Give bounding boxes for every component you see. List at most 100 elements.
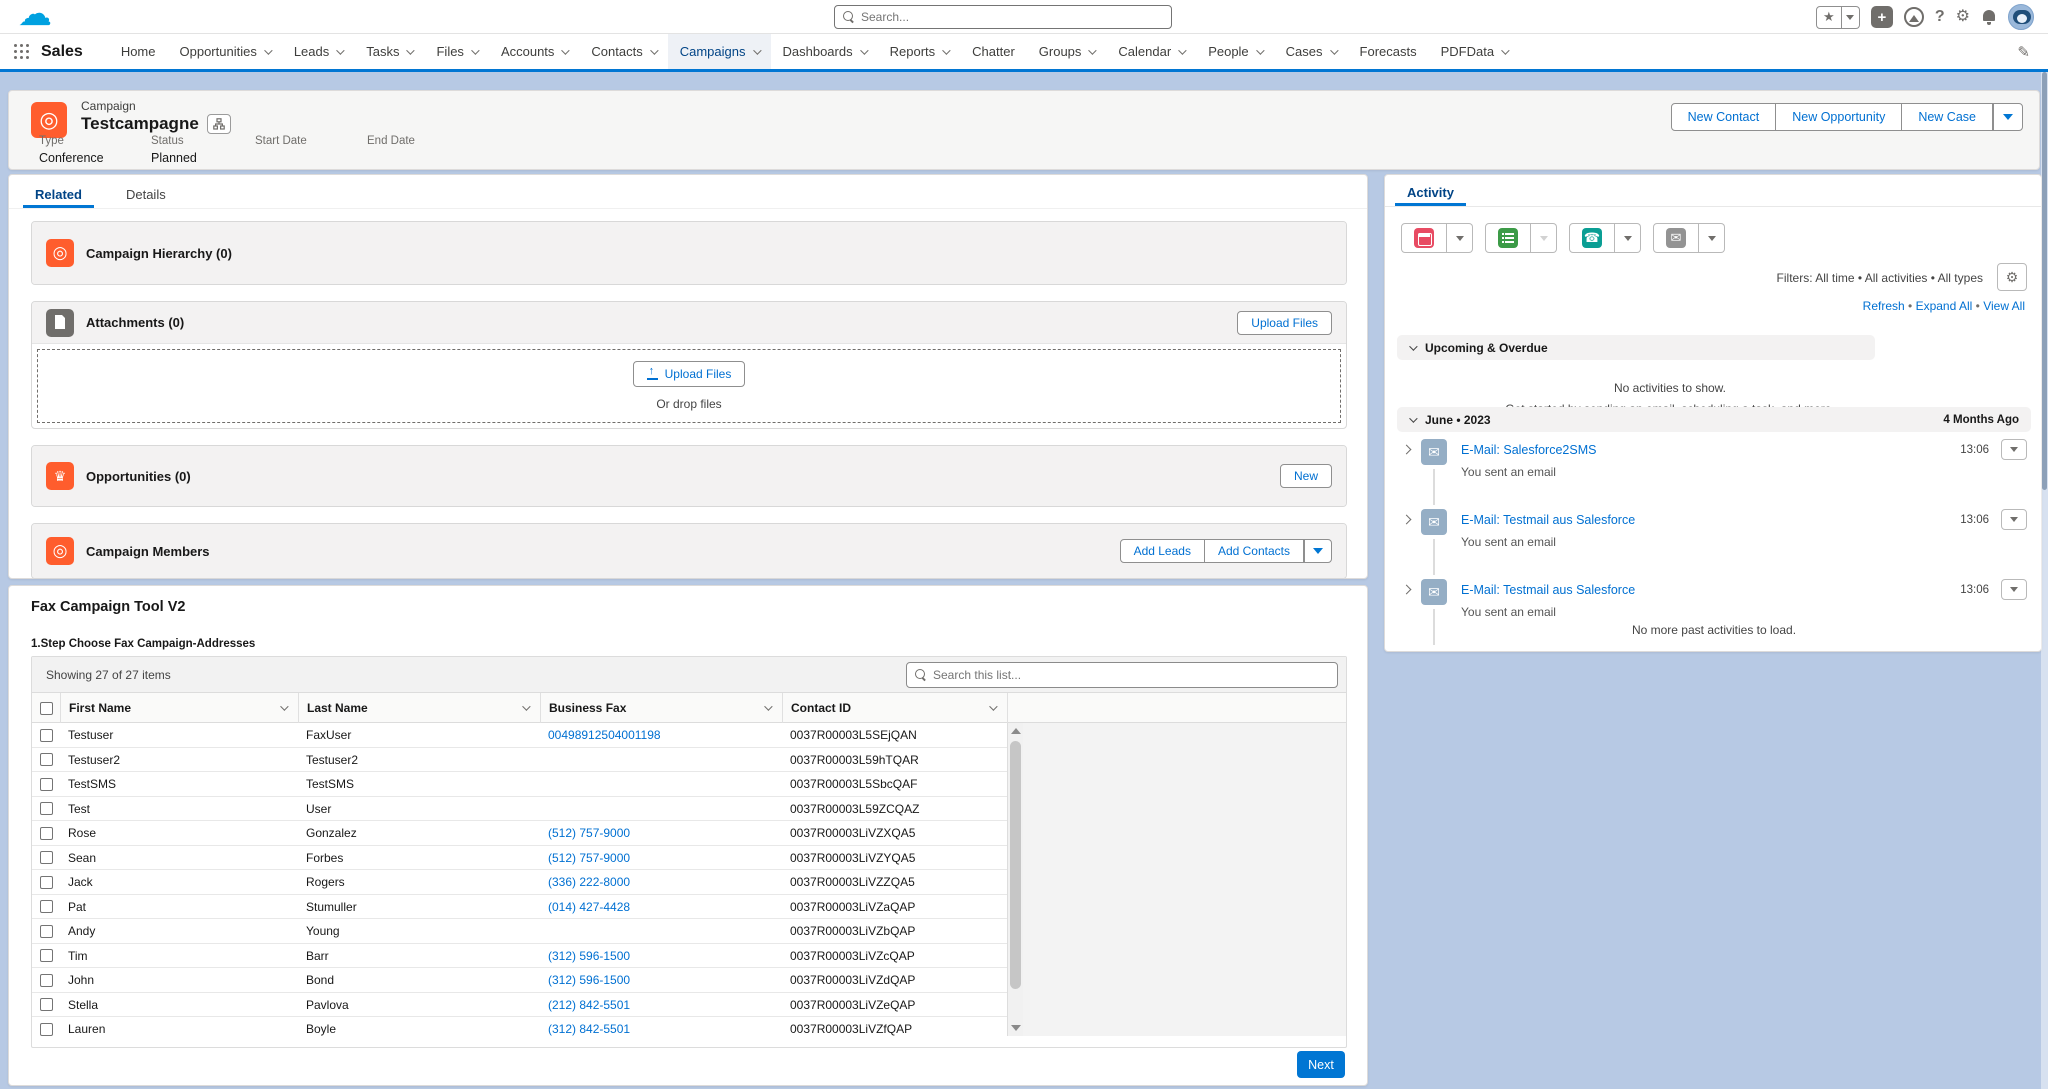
nav-tab-cases[interactable]: Cases (1274, 34, 1348, 69)
nav-tab-files[interactable]: Files (424, 34, 488, 69)
column-first-name[interactable]: First Name (60, 693, 298, 723)
cell-business-fax[interactable]: (212) 842-5501 (540, 993, 782, 1018)
email-dropdown[interactable] (1699, 223, 1725, 253)
cell-business-fax[interactable]: (512) 757-9000 (540, 821, 782, 846)
nav-tab-home[interactable]: Home (109, 34, 168, 69)
column-last-name[interactable]: Last Name (298, 693, 540, 723)
row-checkbox[interactable] (40, 925, 53, 938)
nav-tab-tasks[interactable]: Tasks (354, 34, 424, 69)
row-checkbox[interactable] (40, 753, 53, 766)
opportunities-title[interactable]: Opportunities (0) (86, 469, 191, 484)
table-scrollbar[interactable] (1007, 723, 1023, 1036)
email-subject-link[interactable]: E-Mail: Salesforce2SMS (1461, 443, 1596, 457)
user-avatar[interactable] (2008, 4, 2034, 30)
nav-tab-pdfdata[interactable]: PDFData (1429, 34, 1519, 69)
row-checkbox[interactable] (40, 900, 53, 913)
page-scrollbar-thumb[interactable] (2042, 72, 2047, 490)
campaign-members-title[interactable]: Campaign Members (86, 544, 210, 559)
file-dropzone[interactable]: Upload Files Or drop files (37, 349, 1341, 423)
list-search-input[interactable] (933, 668, 1313, 682)
cell-business-fax[interactable]: 00498912504001198 (540, 723, 782, 748)
new-task-button[interactable] (1485, 223, 1531, 253)
nav-tab-groups[interactable]: Groups (1027, 34, 1107, 69)
table-row[interactable]: SeanForbes(512) 757-90000037R00003LiVZYQ… (32, 846, 1007, 871)
add-contacts-button[interactable]: Add Contacts (1205, 539, 1304, 563)
upcoming-overdue-section[interactable]: Upcoming & Overdue (1397, 335, 1875, 360)
new-event-dropdown[interactable] (1447, 223, 1473, 253)
cell-business-fax[interactable]: (336) 222-8000 (540, 870, 782, 895)
row-checkbox[interactable] (40, 851, 53, 864)
cell-business-fax[interactable]: (312) 842-5501 (540, 1017, 782, 1036)
attachments-title[interactable]: Attachments (0) (86, 315, 184, 330)
app-launcher-icon[interactable] (14, 44, 29, 59)
favorites-dropdown-button[interactable] (1842, 6, 1860, 29)
item-actions-dropdown[interactable] (2001, 439, 2027, 460)
table-row[interactable]: AndyYoung0037R00003LiVZbQAP (32, 919, 1007, 944)
table-row[interactable]: TestUser0037R00003L59ZCQAZ (32, 797, 1007, 822)
nav-tab-contacts[interactable]: Contacts (579, 34, 667, 69)
new-event-button[interactable] (1401, 223, 1447, 253)
row-checkbox[interactable] (40, 827, 53, 840)
row-checkbox[interactable] (40, 802, 53, 815)
row-checkbox[interactable] (40, 729, 53, 742)
cell-business-fax[interactable]: (312) 596-1500 (540, 944, 782, 969)
table-row[interactable]: PatStumuller(014) 427-44280037R00003LiVZ… (32, 895, 1007, 920)
notifications-button[interactable] (1981, 8, 1997, 26)
log-call-dropdown[interactable] (1615, 223, 1641, 253)
table-row[interactable]: JohnBond(312) 596-15000037R00003LiVZdQAP (32, 968, 1007, 993)
table-row[interactable]: Testuser2Testuser20037R00003L59hTQAR (32, 748, 1007, 773)
expand-all-link[interactable]: Expand All (1916, 299, 1973, 313)
table-row[interactable]: TestSMSTestSMS0037R00003L5SbcQAF (32, 772, 1007, 797)
setup-button[interactable]: ⚙ (1956, 9, 1970, 25)
nav-tab-opportunities[interactable]: Opportunities (168, 34, 282, 69)
new-task-dropdown[interactable] (1531, 223, 1557, 253)
page-scrollbar[interactable] (2041, 72, 2048, 1089)
more-actions-dropdown[interactable] (1993, 103, 2023, 131)
column-business-fax[interactable]: Business Fax (540, 693, 782, 723)
dropzone-upload-button[interactable]: Upload Files (633, 361, 746, 387)
log-call-button[interactable]: ☎ (1569, 223, 1615, 253)
email-button[interactable]: ✉ (1653, 223, 1699, 253)
row-checkbox[interactable] (40, 876, 53, 889)
cell-business-fax[interactable]: (014) 427-4428 (540, 895, 782, 920)
members-dropdown-button[interactable] (1304, 539, 1332, 563)
new-contact-button[interactable]: New Contact (1671, 103, 1777, 131)
list-search[interactable] (906, 662, 1338, 688)
nav-tab-chatter[interactable]: Chatter (960, 34, 1027, 69)
activity-settings-button[interactable]: ⚙ (1997, 263, 2027, 291)
nav-tab-dashboards[interactable]: Dashboards (771, 34, 878, 69)
new-opportunity-section-button[interactable]: New (1280, 464, 1332, 488)
table-row[interactable]: LaurenBoyle(312) 842-55010037R00003LiVZf… (32, 1017, 1007, 1036)
view-hierarchy-button[interactable] (207, 114, 231, 134)
table-row[interactable]: StellaPavlova(212) 842-55010037R00003LiV… (32, 993, 1007, 1018)
email-subject-link[interactable]: E-Mail: Testmail aus Salesforce (1461, 513, 1635, 527)
expand-chevron-icon[interactable] (1402, 445, 1412, 455)
table-row[interactable]: TestuserFaxUser004989125040011980037R000… (32, 723, 1007, 748)
activity-filters-label[interactable]: Filters: All time • All activities • All… (1777, 271, 1983, 285)
new-opportunity-button[interactable]: New Opportunity (1776, 103, 1902, 131)
upload-files-button[interactable]: Upload Files (1237, 311, 1332, 335)
expand-chevron-icon[interactable] (1402, 515, 1412, 525)
favorites-star-button[interactable]: ★ (1816, 6, 1842, 29)
new-case-button[interactable]: New Case (1902, 103, 1993, 131)
email-subject-link[interactable]: E-Mail: Testmail aus Salesforce (1461, 583, 1635, 597)
column-contact-id[interactable]: Contact ID (782, 693, 1007, 723)
row-checkbox[interactable] (40, 998, 53, 1011)
global-search[interactable] (834, 5, 1172, 29)
item-actions-dropdown[interactable] (2001, 509, 2027, 530)
next-button[interactable]: Next (1297, 1051, 1345, 1078)
nav-tab-accounts[interactable]: Accounts (489, 34, 579, 69)
global-search-input[interactable] (861, 10, 1141, 24)
nav-tab-campaigns[interactable]: Campaigns (668, 34, 771, 69)
nav-tab-forecasts[interactable]: Forecasts (1348, 34, 1429, 69)
tab-activity[interactable]: Activity (1407, 175, 1454, 206)
guidance-center-button[interactable] (1904, 7, 1924, 27)
tab-related[interactable]: Related (35, 175, 82, 208)
select-all-checkbox[interactable] (40, 702, 53, 715)
edit-nav-icon[interactable]: ✎ (2017, 43, 2030, 61)
cell-business-fax[interactable]: (312) 596-1500 (540, 968, 782, 993)
nav-tab-people[interactable]: People (1196, 34, 1273, 69)
row-checkbox[interactable] (40, 974, 53, 987)
june-2023-section[interactable]: June • 2023 4 Months Ago (1397, 407, 2031, 432)
cell-business-fax[interactable]: (512) 757-9000 (540, 846, 782, 871)
